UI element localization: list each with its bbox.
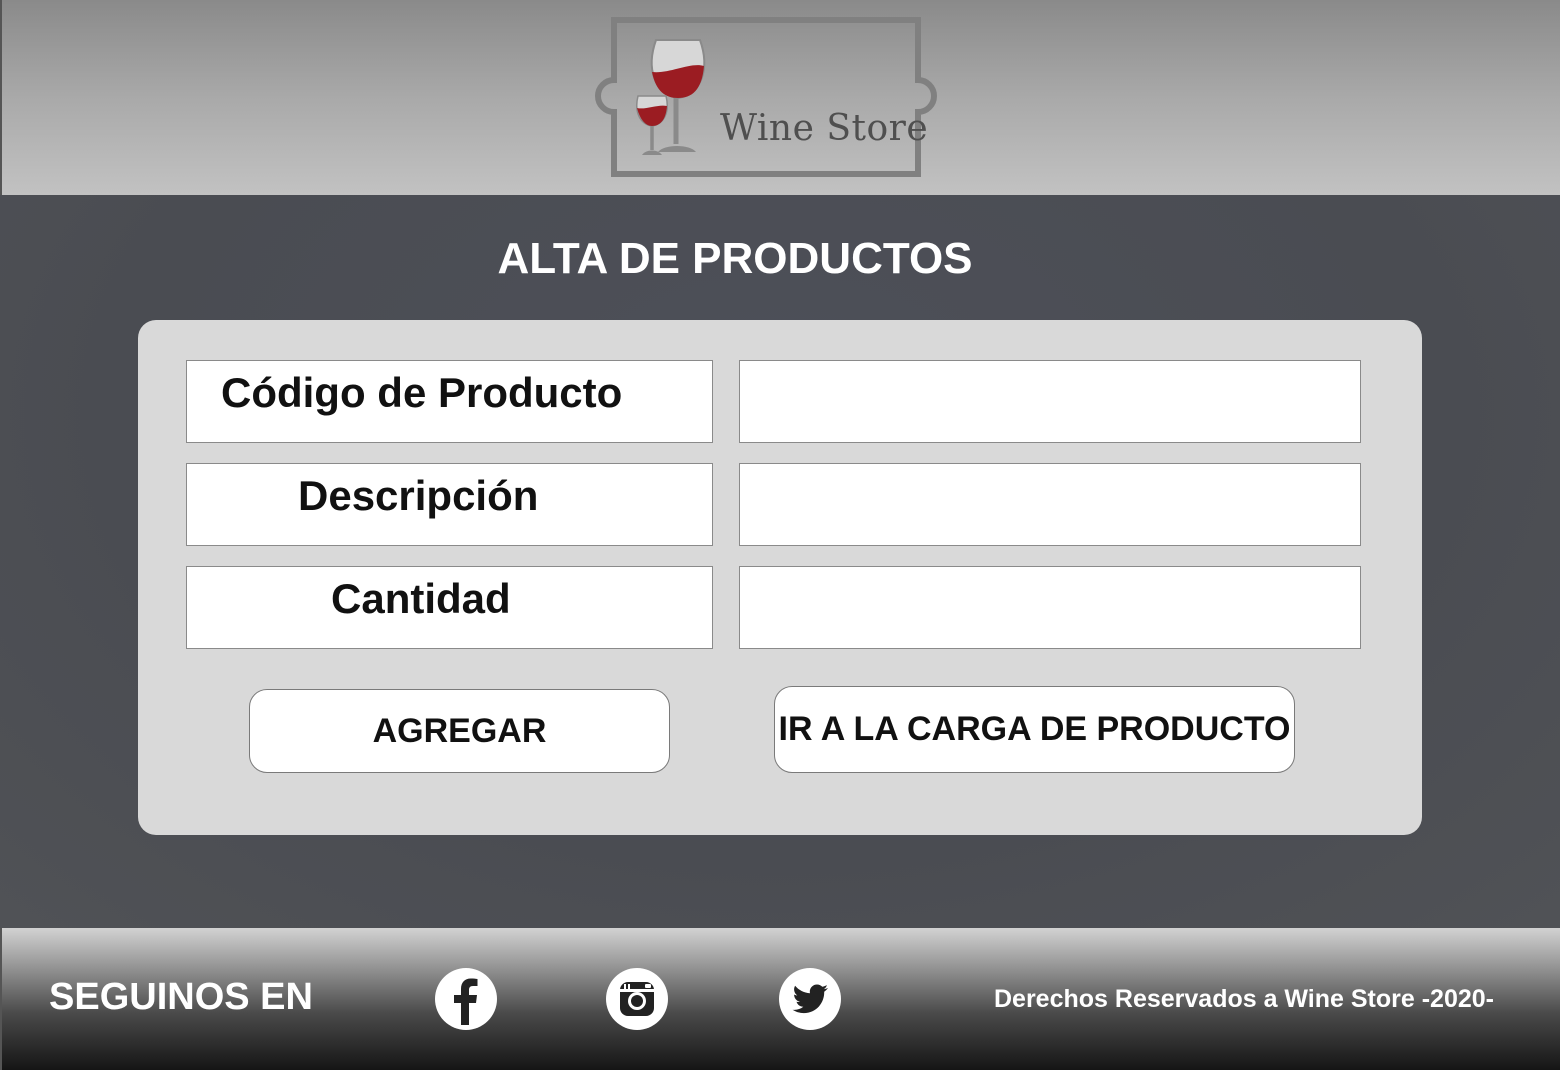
twitter-icon[interactable] [778,967,842,1031]
go-to-product-load-button[interactable]: IR A LA CARGA DE PRODUCTO [774,686,1295,773]
facebook-icon[interactable] [434,967,498,1031]
quantity-label: Cantidad [331,575,511,622]
description-field-box [739,463,1361,546]
follow-us-label: SEGUINOS EN [49,976,313,1018]
add-button[interactable]: AGREGAR [249,689,670,773]
page-title: ALTA DE PRODUCTOS [497,234,973,283]
wine-store-logo [595,17,937,177]
quantity-input[interactable] [740,567,1360,648]
description-label: Descripción [298,472,539,519]
product-code-label: Código de Producto [221,369,623,416]
quantity-field-box [739,566,1361,649]
description-label-box: Descripción [186,463,713,546]
product-code-label-box: Código de Producto [186,360,713,443]
instagram-icon[interactable] [605,967,669,1031]
product-code-input[interactable] [740,361,1360,442]
copyright-text: Derechos Reservados a Wine Store -2020- [994,985,1494,1013]
description-input[interactable] [740,464,1360,545]
product-code-field-box [739,360,1361,443]
logo-text: Wine Store [720,108,929,149]
quantity-label-box: Cantidad [186,566,713,649]
